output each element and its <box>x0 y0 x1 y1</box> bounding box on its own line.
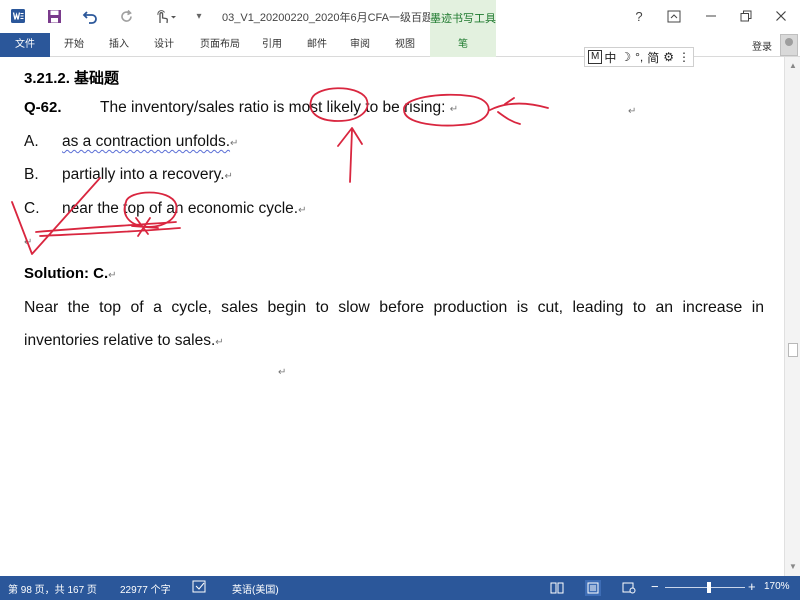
floating-paragraph-mark: ↵ <box>628 106 637 117</box>
option-b-content: partially into a recovery. <box>62 166 225 183</box>
zoom-level[interactable]: 170% <box>764 581 790 592</box>
solution-label-content: Solution: C. <box>24 265 109 282</box>
paragraph-mark: ↵ <box>230 138 239 149</box>
scroll-down-icon[interactable]: ▼ <box>788 562 798 572</box>
tab-page-layout[interactable]: 页面布局 <box>192 33 248 57</box>
tab-review[interactable]: 审阅 <box>342 33 378 57</box>
more-icon[interactable]: ⋮ <box>676 50 692 64</box>
status-bar: 第 98 页，共 167 页 22977 个字 英语(美国) − + 170% <box>0 576 800 600</box>
question-text-content: The inventory/sales ratio is most likely… <box>100 99 446 116</box>
customize-qat-icon[interactable]: ▾ <box>192 6 206 26</box>
tab-design[interactable]: 设计 <box>146 33 182 57</box>
tab-home[interactable]: 开始 <box>56 33 92 57</box>
tab-mailings[interactable]: 邮件 <box>298 33 336 57</box>
word-icon[interactable] <box>8 6 28 26</box>
tab-pen[interactable]: 笔 <box>430 33 496 57</box>
help-label: ? <box>635 8 643 24</box>
ime-toolbar: M 中 ☽ °, 简 ⚙ ⋮ <box>584 47 694 67</box>
zoom-slider-track[interactable] <box>665 587 745 588</box>
option-c-content: near the top of an economic cycle. <box>62 200 299 217</box>
tab-file[interactable]: 文件 <box>0 33 50 57</box>
close-icon[interactable] <box>771 6 791 26</box>
zoom-out-button[interactable]: − <box>651 579 659 594</box>
ime-mode[interactable]: 中 <box>602 49 618 66</box>
touch-mode-icon[interactable] <box>154 6 180 26</box>
document-title: 03_V1_20200220_2020年6月CFA一级百题预... <box>222 12 454 24</box>
option-a-letter: A. <box>24 133 39 150</box>
tab-insert[interactable]: 插入 <box>100 33 138 57</box>
paragraph-mark: ↵ <box>215 337 224 348</box>
save-icon[interactable] <box>44 6 64 26</box>
paragraph-mark: ↵ <box>108 270 117 281</box>
redo-icon[interactable] <box>116 6 136 26</box>
tab-references[interactable]: 引用 <box>254 33 290 57</box>
question-label: Q-62. <box>24 99 62 116</box>
help-button[interactable]: ? <box>629 6 649 26</box>
web-layout-icon[interactable] <box>621 580 637 596</box>
option-c-letter: C. <box>24 200 40 217</box>
tab-view[interactable]: 视图 <box>387 33 423 57</box>
restore-icon[interactable] <box>736 6 756 26</box>
explanation-line-2: inventories relative to sales.↵ <box>24 332 764 350</box>
paragraph-mark: ↵ <box>224 171 233 182</box>
question-text: The inventory/sales ratio is most likely… <box>100 99 458 117</box>
option-a-text: as a contraction unfolds.↵ <box>62 133 238 151</box>
read-mode-icon[interactable] <box>549 580 565 596</box>
print-layout-icon[interactable] <box>585 580 601 596</box>
ribbon-display-icon[interactable] <box>664 6 684 26</box>
avatar[interactable] <box>780 34 798 56</box>
paragraph-mark: ↵ <box>449 104 459 115</box>
empty-paragraph-mark: ↵ <box>24 237 33 248</box>
empty-paragraph-mark: ↵ <box>278 367 287 378</box>
option-b-letter: B. <box>24 166 39 183</box>
vertical-scrollbar[interactable]: ▲ ▼ <box>784 57 800 576</box>
option-a-content: as a contraction unfolds. <box>62 133 231 150</box>
punctuation-icon[interactable]: °, <box>633 50 645 64</box>
explanation-line-1: Near the top of a cycle, sales begin to … <box>24 299 764 316</box>
moon-icon[interactable]: ☽ <box>618 50 633 64</box>
sign-in-link[interactable]: 登录 <box>752 38 772 53</box>
zoom-in-button[interactable]: + <box>748 579 756 594</box>
ime-mode-box[interactable]: M <box>588 50 603 64</box>
language[interactable]: 英语(美国) <box>232 581 279 596</box>
title-bar: ▾ 03_V1_20200220_2020年6月CFA一级百题预... 墨迹书写… <box>0 0 800 33</box>
option-b-text: partially into a recovery.↵ <box>62 166 233 184</box>
explanation-line-2-content: inventories relative to sales. <box>24 332 216 349</box>
option-c-text: near the top of an economic cycle.↵ <box>62 200 306 218</box>
section-heading: 3.21.2. 基础题 <box>24 70 120 87</box>
zoom-slider-thumb[interactable] <box>707 582 711 593</box>
word-count[interactable]: 22977 个字 <box>120 581 171 596</box>
scroll-thumb[interactable] <box>788 343 798 357</box>
scroll-up-icon[interactable]: ▲ <box>788 61 798 71</box>
paragraph-mark: ↵ <box>298 205 307 216</box>
proofing-icon[interactable] <box>192 580 208 597</box>
context-tab-ink-tools: 墨迹书写工具 <box>430 0 496 33</box>
gear-icon[interactable]: ⚙ <box>661 50 676 64</box>
ime-chars[interactable]: 简 <box>645 49 661 66</box>
word-window: ▾ 03_V1_20200220_2020年6月CFA一级百题预... 墨迹书写… <box>0 0 800 600</box>
solution-label: Solution: C.↵ <box>24 265 117 282</box>
page-count[interactable]: 第 98 页，共 167 页 <box>8 581 97 596</box>
minimize-icon[interactable] <box>701 6 721 26</box>
context-tab-label: 墨迹书写工具 <box>430 13 496 25</box>
undo-icon[interactable] <box>80 6 100 26</box>
